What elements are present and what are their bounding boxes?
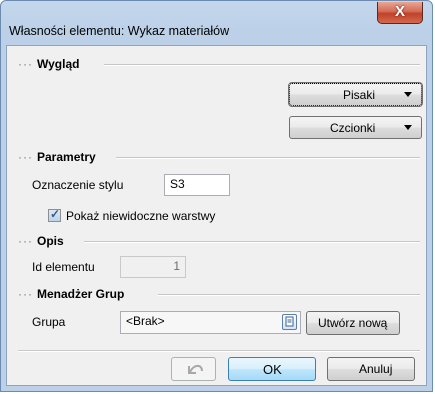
- style-field[interactable]: S3: [164, 174, 230, 196]
- ok-button-label: OK: [263, 362, 282, 377]
- browse-group-button[interactable]: [282, 314, 297, 330]
- show-hidden-checkbox[interactable]: ✓: [48, 207, 61, 222]
- fonts-button[interactable]: Czcionki: [289, 116, 422, 139]
- document-icon: [285, 316, 294, 327]
- section-divider: [104, 64, 420, 66]
- style-label: Oznaczenie stylu: [32, 178, 124, 192]
- section-appearance-header[interactable]: ··· Wygląd: [18, 57, 79, 71]
- pens-button[interactable]: Pisaki: [288, 82, 423, 107]
- undo-icon: [188, 364, 203, 374]
- section-description-title: Opis: [37, 234, 64, 248]
- create-new-group-button[interactable]: Utwórz nową: [306, 311, 400, 335]
- section-parameters-header[interactable]: ··· Parametry: [18, 150, 96, 164]
- section-divider: [84, 241, 420, 243]
- checkmark-icon: ✓: [50, 207, 61, 221]
- section-group-manager-header[interactable]: ··· Menadżer Grup: [18, 287, 124, 301]
- chevron-down-icon: [404, 92, 412, 97]
- group-value: <Brak>: [126, 314, 165, 328]
- fonts-button-label: Czcionki: [330, 121, 376, 135]
- section-divider: [116, 157, 420, 159]
- chevron-down-icon: [404, 125, 412, 130]
- ok-button[interactable]: OK: [228, 357, 316, 381]
- show-hidden-label[interactable]: Pokaż niewidoczne warstwy: [66, 209, 215, 223]
- section-appearance-title: Wygląd: [37, 57, 80, 71]
- cancel-button-label: Anuluj: [359, 362, 393, 376]
- section-parameters-title: Parametry: [37, 150, 96, 164]
- cancel-button[interactable]: Anuluj: [327, 357, 415, 381]
- section-group-manager-title: Menadżer Grup: [37, 287, 125, 301]
- group-field[interactable]: <Brak>: [120, 311, 301, 334]
- section-description-header[interactable]: ··· Opis: [18, 234, 64, 248]
- undo-button[interactable]: [171, 357, 216, 381]
- footer-divider: [18, 350, 420, 352]
- group-label: Grupa: [32, 315, 66, 329]
- element-id-field: 1: [120, 256, 186, 278]
- pens-button-label: Pisaki: [343, 88, 376, 102]
- create-new-group-label: Utwórz nową: [318, 316, 388, 330]
- section-divider: [158, 294, 420, 296]
- element-id-label: Id elementu: [32, 260, 95, 274]
